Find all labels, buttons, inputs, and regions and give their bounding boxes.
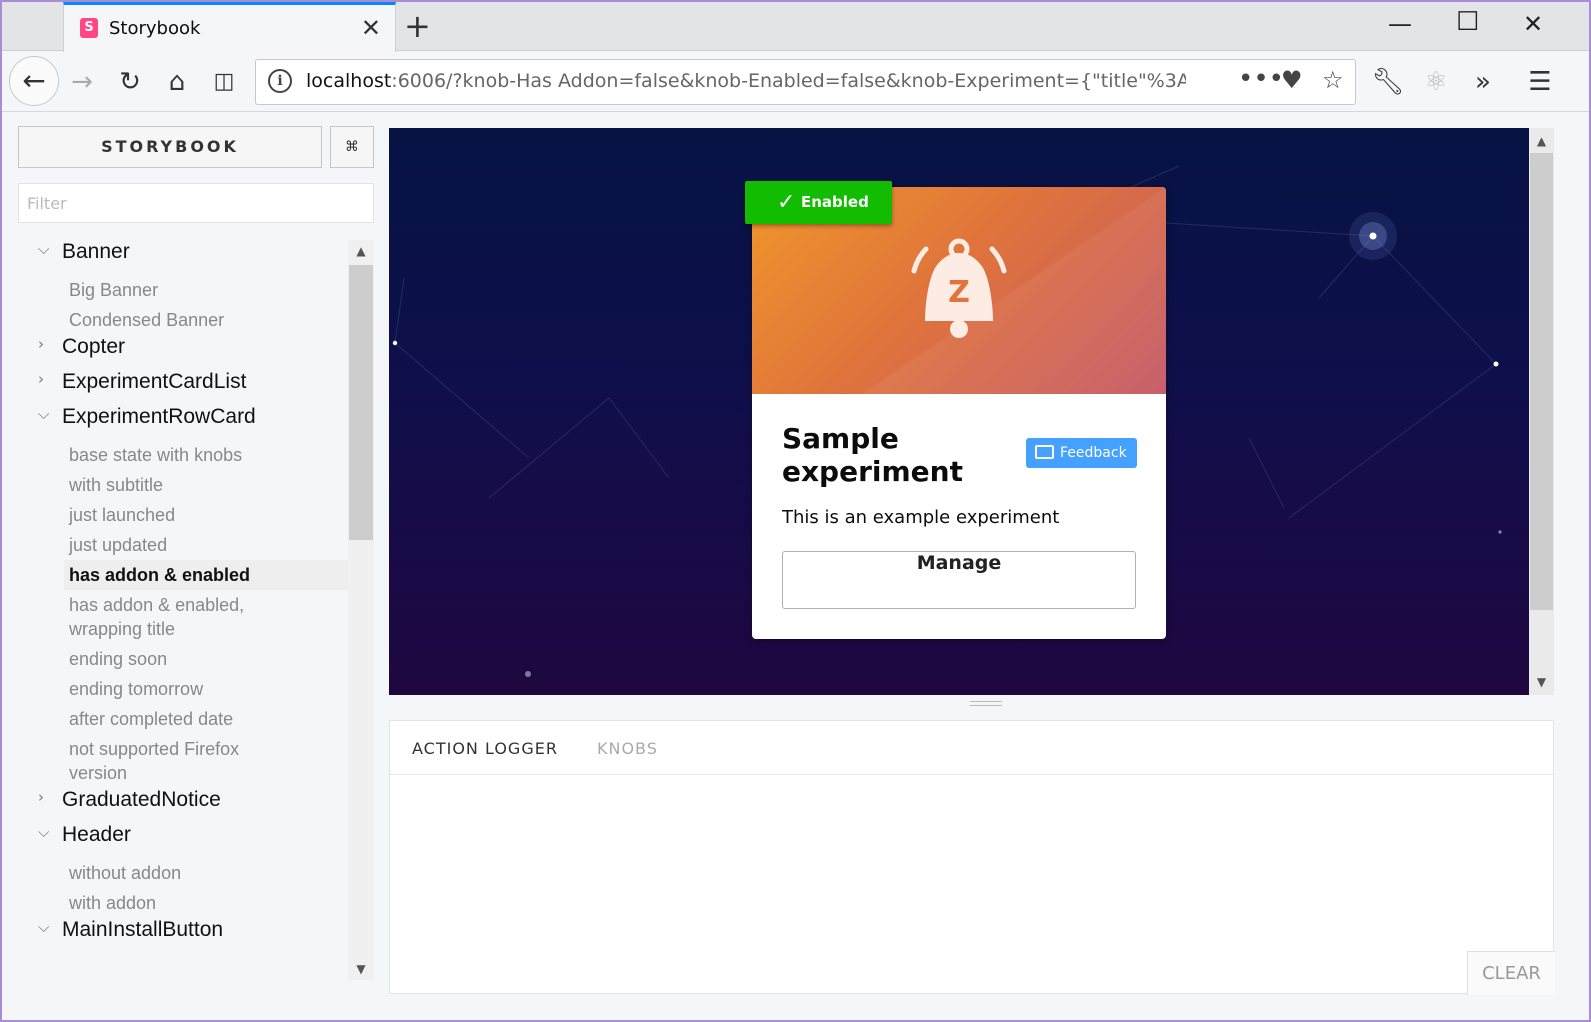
chevron-down-icon: ⌵: [38, 918, 50, 936]
bookmark-star-icon[interactable]: ☆: [1322, 66, 1344, 94]
scroll-up-arrow-icon[interactable]: ▲: [348, 244, 374, 258]
manage-button[interactable]: Manage: [782, 551, 1136, 609]
minimize-icon[interactable]: —: [1388, 10, 1412, 38]
chevron-right-icon: ›: [38, 335, 44, 353]
experiment-title: Sample experiment: [782, 422, 963, 488]
react-devtools-icon[interactable]: ⚛: [1418, 64, 1454, 100]
tab-title: Storybook: [109, 18, 201, 39]
kind-experimentcardlist[interactable]: › ExperimentCardList: [16, 370, 348, 405]
preview-scroll-thumb[interactable]: [1530, 153, 1553, 610]
kind-copter[interactable]: › Copter: [16, 335, 348, 370]
sidebar-toggle-icon[interactable]: ◫: [206, 64, 242, 100]
tab-knobs[interactable]: KNOBS: [597, 739, 658, 758]
kind-maininstallbutton[interactable]: ⌵ MainInstallButton: [16, 918, 348, 953]
story-condensed-banner[interactable]: Condensed Banner: [16, 305, 348, 335]
kind-experimentrowcard[interactable]: ⌵ ExperimentRowCard: [16, 405, 348, 440]
kind-graduatednotice[interactable]: › GraduatedNotice: [16, 788, 348, 823]
page-actions-icon[interactable]: •••: [1238, 64, 1284, 94]
url-host: localhost: [306, 70, 392, 92]
home-icon[interactable]: ⌂: [159, 64, 195, 100]
story-base-state-with-knobs[interactable]: base state with knobs: [16, 440, 348, 470]
story-not-supported-firefox-version[interactable]: not supported Firefox version: [16, 734, 276, 788]
story-after-completed-date[interactable]: after completed date: [16, 704, 348, 734]
forward-arrow-icon[interactable]: →: [64, 64, 100, 100]
storybook-title-button[interactable]: STORYBOOK: [18, 126, 322, 168]
story-ending-soon[interactable]: ending soon: [16, 644, 348, 674]
shortcuts-button[interactable]: ⌘: [330, 126, 374, 168]
kind-header[interactable]: ⌵ Header: [16, 823, 348, 858]
scroll-up-arrow-icon[interactable]: ▲: [1529, 134, 1554, 148]
story-has-addon-enabled[interactable]: has addon & enabled: [64, 560, 348, 590]
addons-panel: ACTION LOGGER KNOBS CLEAR: [389, 720, 1555, 995]
story-has-addon-enabled-wrapping-title[interactable]: has addon & enabled, wrapping title: [16, 590, 276, 644]
checkmark-icon: ✓: [777, 190, 796, 215]
tab-storybook[interactable]: S Storybook ✕: [63, 2, 396, 52]
sidebar-scroll-thumb[interactable]: [349, 265, 373, 540]
chevron-down-icon: ⌵: [38, 823, 50, 841]
reload-icon[interactable]: ↻: [112, 64, 148, 100]
navigation-toolbar: ← → ↻ ⌂ ◫ i localhost:6006/?knob-Has Add…: [2, 52, 1589, 112]
enabled-badge: ✓ Enabled: [745, 181, 892, 224]
story-just-launched[interactable]: just launched: [16, 500, 348, 530]
browser-window: S Storybook ✕ + — ☐ ✕ ← → ↻ ⌂ ◫ i localh…: [0, 0, 1591, 1022]
experiment-description: This is an example experiment: [782, 507, 1060, 528]
storybook-sidebar: STORYBOOK ⌘ ⌵Banner Big Banner Condensed…: [16, 126, 374, 1006]
clear-button[interactable]: CLEAR: [1467, 951, 1555, 995]
story-without-addon[interactable]: without addon: [16, 858, 348, 888]
storybook-favicon-icon: S: [80, 18, 98, 38]
experiment-row-card[interactable]: Z Sample experiment Feedback This is an …: [752, 187, 1166, 639]
overflow-chevron-icon[interactable]: »: [1465, 64, 1501, 100]
kind-banner[interactable]: ⌵ Banner: [16, 240, 348, 275]
story-just-updated[interactable]: just updated: [16, 530, 348, 560]
svg-text:Z: Z: [948, 275, 970, 310]
close-window-icon[interactable]: ✕: [1523, 10, 1543, 38]
new-tab-icon[interactable]: +: [404, 7, 431, 45]
chevron-down-icon: ⌵: [38, 405, 50, 423]
chat-bubble-icon: [1035, 445, 1054, 459]
scroll-down-arrow-icon[interactable]: ▼: [348, 962, 374, 976]
url-text[interactable]: localhost:6006/?knob-Has Addon=false&kno…: [306, 70, 1186, 92]
tab-action-logger[interactable]: ACTION LOGGER: [412, 739, 558, 758]
feedback-label: Feedback: [1060, 445, 1127, 461]
sidebar-scrollbar[interactable]: ▲ ▼: [348, 240, 374, 980]
chevron-right-icon: ›: [38, 370, 44, 388]
story-with-addon[interactable]: with addon: [16, 888, 348, 918]
enabled-label: Enabled: [801, 193, 869, 211]
story-ending-tomorrow[interactable]: ending tomorrow: [16, 674, 348, 704]
back-arrow-icon[interactable]: ←: [9, 56, 59, 106]
maximize-icon[interactable]: ☐: [1456, 7, 1479, 37]
hamburger-menu-icon[interactable]: ☰: [1522, 64, 1558, 100]
stories-tree: ⌵ Banner Big Banner Condensed Banner › Cop…: [16, 240, 348, 980]
panel-resize-handle[interactable]: [970, 701, 1002, 706]
scroll-down-arrow-icon[interactable]: ▼: [1529, 675, 1554, 689]
pocket-icon[interactable]: ♥: [1281, 66, 1303, 94]
story-preview: Z Sample experiment Feedback This is an …: [389, 128, 1529, 695]
devtools-wrench-icon[interactable]: 🔧︎: [1370, 64, 1406, 100]
filter-input[interactable]: [18, 183, 374, 223]
chevron-down-icon: ⌵: [38, 240, 50, 258]
story-big-banner[interactable]: Big Banner: [16, 275, 348, 305]
addons-tabs: ACTION LOGGER KNOBS: [390, 721, 1553, 775]
tab-strip: S Storybook ✕ + — ☐ ✕: [2, 2, 1589, 52]
chevron-right-icon: ›: [38, 788, 44, 806]
site-info-icon[interactable]: i: [268, 69, 292, 93]
story-with-subtitle[interactable]: with subtitle: [16, 470, 348, 500]
preview-scrollbar[interactable]: ▲ ▼: [1529, 128, 1554, 695]
close-tab-icon[interactable]: ✕: [361, 14, 381, 42]
feedback-button[interactable]: Feedback: [1026, 438, 1137, 468]
url-bar[interactable]: i localhost:6006/?knob-Has Addon=false&k…: [255, 59, 1356, 105]
url-path: :6006/?knob-Has Addon=false&knob-Enabled…: [391, 70, 1186, 92]
